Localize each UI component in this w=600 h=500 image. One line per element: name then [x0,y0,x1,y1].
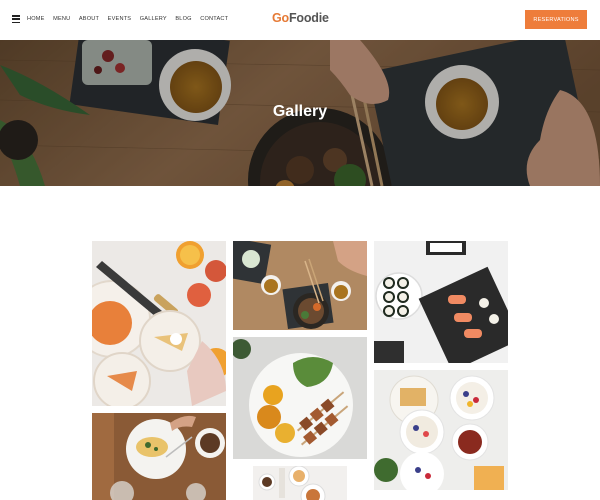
gallery-image-sushi[interactable] [374,241,508,363]
berry-breakfast-photo [374,370,508,490]
sushi-photo [374,241,508,363]
gallery-image-kebab-plate[interactable] [233,337,367,459]
main-nav: HOME MENU ABOUT EVENTS GALLERY BLOG CONT… [27,15,237,24]
hero-title: Gallery [272,103,328,120]
gallery-image-pasta-table[interactable] [92,413,226,500]
small-dishes-photo [253,466,347,500]
gallery-grid [0,186,600,500]
gallery-image-citrus-tart[interactable] [92,241,226,406]
gallery-image-small-dishes[interactable] [253,466,347,500]
hero-banner: Gallery [0,40,600,186]
pasta-table-photo [92,413,226,500]
gallery-image-berry-breakfast[interactable] [374,370,508,490]
nav-home[interactable]: HOME [27,15,45,24]
logo-prefix: Go [272,11,289,25]
reservations-button[interactable]: RESERVATIONS [525,10,587,29]
kebab-plate-photo [233,337,367,459]
site-header: HOME MENU ABOUT EVENTS GALLERY BLOG CONT… [0,0,600,40]
nav-contact[interactable]: CONTACT [200,15,228,24]
logo-suffix: Foodie [288,11,329,25]
hamburger-icon[interactable] [12,15,20,23]
citrus-tart-photo [92,241,226,406]
nav-blog[interactable]: BLOG [175,15,191,24]
nav-gallery[interactable]: GALLERY [140,15,167,24]
nav-events[interactable]: EVENTS [108,15,132,24]
gallery-image-noodle-bowl[interactable] [233,241,367,330]
nav-about[interactable]: ABOUT [79,15,99,24]
logo[interactable]: GoFoodie [272,11,329,25]
nav-menu[interactable]: MENU [53,15,70,24]
noodle-bowl-photo [233,241,367,330]
